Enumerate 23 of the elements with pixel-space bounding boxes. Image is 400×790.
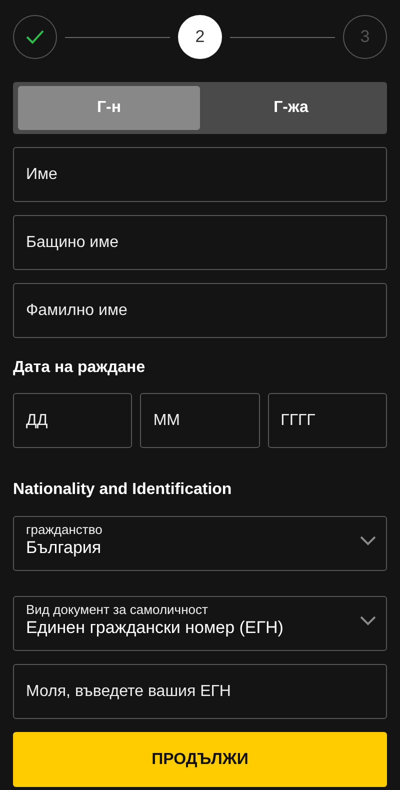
section-heading: Дата на раждане xyxy=(13,358,146,378)
select-field[interactable]: гражданство България xyxy=(13,516,387,571)
pending-step: 3 xyxy=(343,15,387,59)
selected-value: България xyxy=(26,537,102,559)
field-label: гражданство xyxy=(26,522,104,537)
field-label: Вид документ за самоличност xyxy=(26,602,209,617)
chevron-down-icon xyxy=(360,536,376,546)
date-field[interactable]: ДД xyxy=(13,393,132,448)
id-number-field[interactable]: Моля, въведете вашия ЕГН xyxy=(13,664,387,719)
selected-value: Единен граждански номер (ЕГН) xyxy=(26,617,284,639)
date-field[interactable]: ГГГГ xyxy=(268,393,387,448)
name-field[interactable]: Име xyxy=(13,147,387,202)
gender-option[interactable]: Г-н xyxy=(18,86,200,130)
continue-button[interactable]: ПРОДЪЛЖИ xyxy=(13,732,387,787)
section-heading: Nationality and Identification xyxy=(13,480,233,500)
gender-option[interactable]: Г-жа xyxy=(200,86,382,130)
chevron-down-icon xyxy=(360,616,376,626)
name-field[interactable]: Фамилно име xyxy=(13,283,387,338)
name-field[interactable]: Бащино име xyxy=(13,215,387,270)
checkmark-icon xyxy=(25,29,45,45)
select-field[interactable]: Вид документ за самоличност Единен граждански номер (ЕГН) xyxy=(13,596,387,651)
date-field[interactable]: ММ xyxy=(140,393,260,448)
current-step: 2 xyxy=(178,15,222,59)
